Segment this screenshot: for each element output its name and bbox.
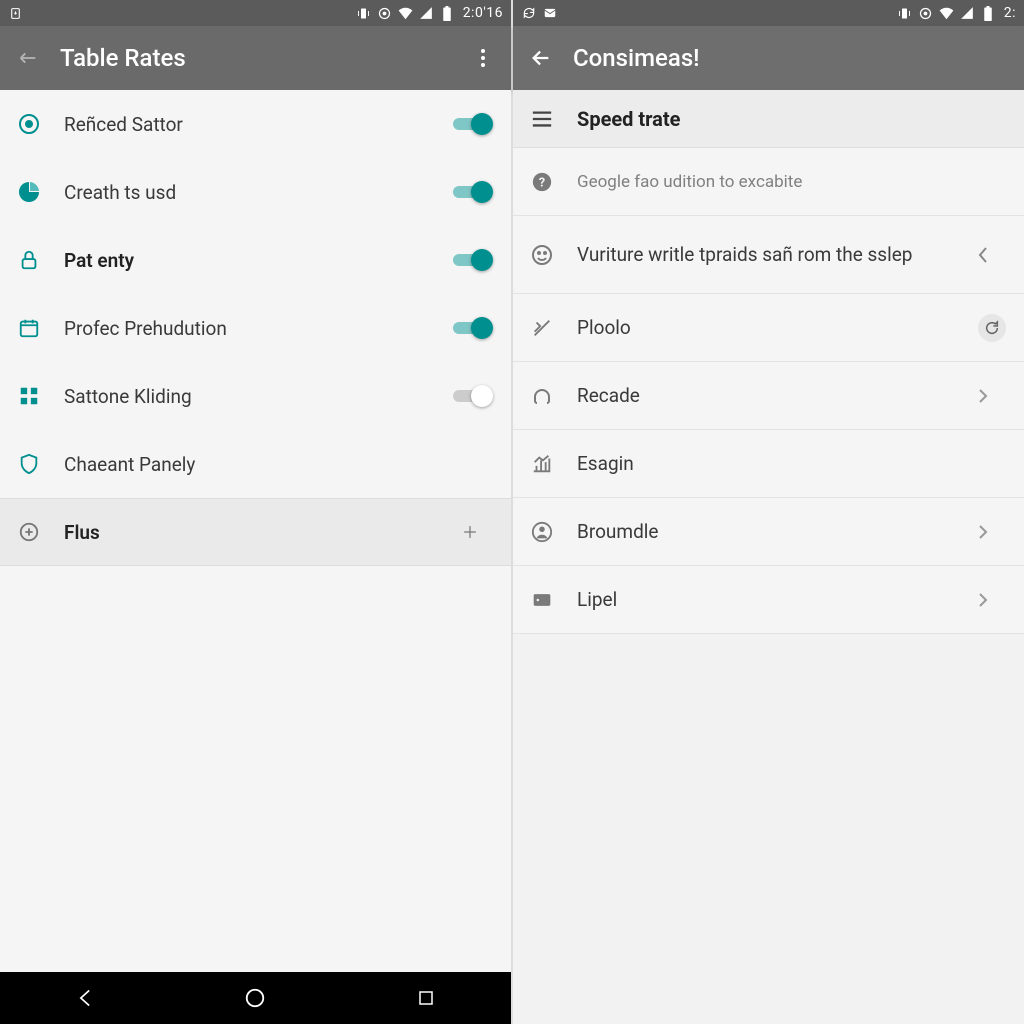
status-bar: 2:0'16 — [0, 0, 511, 26]
app-bar: Consimeas! — [513, 26, 1024, 90]
target-icon — [16, 111, 42, 137]
refresh-icon[interactable] — [978, 314, 1006, 342]
list-item-label: Chaeant Panely — [64, 453, 447, 476]
settings-list: Reñced Sattor Creath ts usd Pat enty Pro… — [0, 90, 511, 972]
grid-icon — [16, 383, 42, 409]
face-icon — [529, 242, 555, 268]
wifi-icon — [398, 6, 413, 21]
pie-icon — [16, 179, 42, 205]
location-icon — [377, 6, 392, 21]
chevron-right-icon — [960, 388, 1006, 404]
list-item-label: Creath ts usd — [64, 181, 453, 204]
section-header-label: Speed trate — [577, 107, 1006, 131]
battery-icon — [981, 6, 996, 21]
list-item[interactable]: ? Geogle fao udition to excabite — [513, 148, 1024, 216]
location-icon — [918, 6, 933, 21]
list-item-label: Geogle fao udition to excabite — [577, 172, 1006, 192]
list-item[interactable]: Profec Prehudution — [0, 294, 511, 362]
tools-icon — [529, 315, 555, 341]
vibrate-icon — [356, 6, 371, 21]
toggle-switch[interactable] — [453, 112, 493, 136]
list-item-label: Esagin — [577, 452, 960, 475]
list-item-label: Ploolo — [577, 316, 978, 339]
list-item-label: Lipel — [577, 588, 960, 611]
nav-bar — [0, 972, 511, 1024]
chart-icon — [529, 451, 555, 477]
person-icon — [529, 519, 555, 545]
lock-icon — [16, 247, 42, 273]
list-item[interactable]: Reñced Sattor — [0, 90, 511, 158]
back-button[interactable] — [527, 44, 555, 72]
app-bar: Table Rates — [0, 26, 511, 90]
nav-back-button[interactable] — [65, 978, 105, 1018]
battery-icon — [440, 6, 455, 21]
list-item[interactable]: Vuriture writle tpraids sañ rom the ssle… — [513, 216, 1024, 294]
list-item-label: Recade — [577, 384, 960, 407]
list-item[interactable]: Lipel — [513, 566, 1024, 634]
calendar-icon — [16, 315, 42, 341]
chevron-right-icon — [960, 524, 1006, 540]
mail-icon — [542, 6, 557, 21]
hamburger-icon — [529, 106, 555, 132]
status-bar: 2: — [513, 0, 1024, 26]
label-icon — [529, 587, 555, 613]
toggle-switch[interactable] — [453, 248, 493, 272]
list-item[interactable]: Ploolo — [513, 294, 1024, 362]
status-clock: 2: — [1004, 5, 1016, 21]
list-item-label: Pat enty — [64, 249, 453, 272]
chevron-left-icon — [960, 246, 1006, 264]
sync-icon — [521, 6, 536, 21]
chevron-right-icon — [960, 592, 1006, 608]
vibrate-icon — [897, 6, 912, 21]
toggle-switch[interactable] — [453, 384, 493, 408]
status-clock: 2:0'16 — [463, 5, 503, 21]
overflow-menu-button[interactable] — [469, 44, 497, 72]
list-item[interactable]: Sattone Kliding — [0, 362, 511, 430]
list-item-label: Flus — [64, 521, 447, 544]
list-item-label: Profec Prehudution — [64, 317, 453, 340]
list-item[interactable]: Creath ts usd — [0, 158, 511, 226]
section-header[interactable]: Speed trate — [513, 90, 1024, 148]
list-item[interactable]: Recade — [513, 362, 1024, 430]
add-item-row[interactable]: Flus — [0, 498, 511, 566]
list-item[interactable]: Esagin — [513, 430, 1024, 498]
list-item[interactable]: Pat enty — [0, 226, 511, 294]
help-icon: ? — [529, 169, 555, 195]
shield-icon — [16, 451, 42, 477]
plus-circle-icon — [16, 519, 42, 545]
nav-recent-button[interactable] — [406, 978, 446, 1018]
list-item-label: Reñced Sattor — [64, 113, 453, 136]
toggle-switch[interactable] — [453, 316, 493, 340]
page-title: Consimeas! — [573, 44, 1010, 72]
signal-icon — [960, 6, 975, 21]
list-item[interactable]: Chaeant Panely — [0, 430, 511, 498]
back-drawer-button[interactable] — [14, 44, 42, 72]
list-item-label: Sattone Kliding — [64, 385, 453, 408]
svg-text:?: ? — [539, 175, 545, 190]
left-screen: 2:0'16 Table Rates Reñced Sattor Creath … — [0, 0, 513, 1024]
toggle-switch[interactable] — [453, 180, 493, 204]
wifi-icon — [939, 6, 954, 21]
headset-icon — [529, 383, 555, 409]
list-item[interactable]: Broumdle — [513, 498, 1024, 566]
right-screen: 2: Consimeas! Speed trate ? Geogle fao u… — [513, 0, 1024, 1024]
nav-home-button[interactable] — [235, 978, 275, 1018]
settings-list: Speed trate ? Geogle fao udition to exca… — [513, 90, 1024, 1024]
download-icon — [8, 6, 23, 21]
plus-icon — [447, 522, 493, 542]
signal-icon — [419, 6, 434, 21]
page-title: Table Rates — [60, 44, 469, 72]
list-item-label: Broumdle — [577, 520, 960, 543]
list-item-label: Vuriture writle tpraids sañ rom the ssle… — [577, 242, 960, 268]
